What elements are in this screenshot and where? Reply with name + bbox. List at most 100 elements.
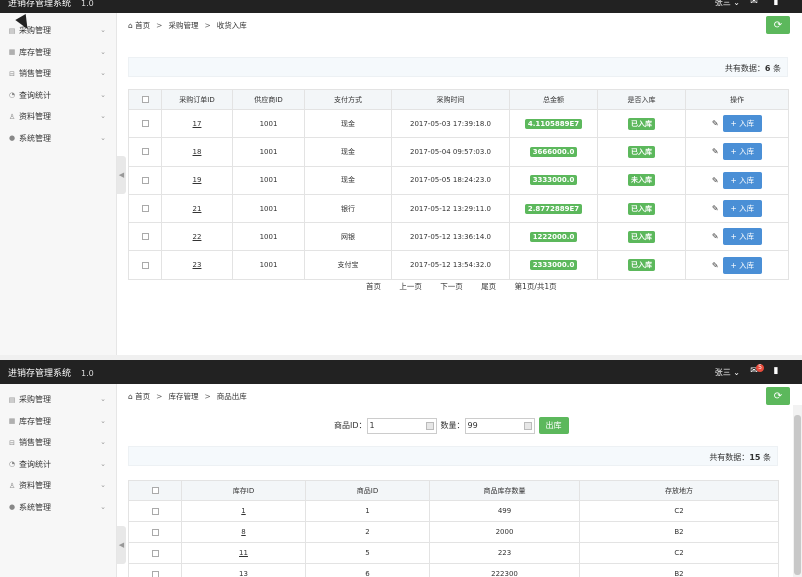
page-prev[interactable]: 上一页 (399, 282, 422, 291)
order-id-link[interactable]: 17 (161, 108, 233, 139)
order-id-link[interactable]: 21 (161, 193, 233, 224)
order-id-link[interactable]: 19 (161, 165, 233, 195)
app-brand[interactable]: 进销存管理系统 1.0 (8, 0, 94, 9)
row-checkbox[interactable] (128, 108, 162, 139)
main-content: ⌂ 首页 > 库存管理 > 商品出库 ⟳ 商品ID： 1 数量： 99 出库 共有数据：… (126, 384, 792, 577)
stock-in-button[interactable]: + 入库 (722, 200, 763, 218)
stock-status: 已入库 (597, 250, 686, 280)
sidebar-item-data[interactable]: ♙ 资料管理 ⌄ (0, 106, 116, 128)
refresh-button[interactable]: ⟳ (766, 16, 790, 34)
pencil-icon[interactable]: ✎ (712, 232, 719, 241)
total-amount: 3333000.0 (509, 165, 598, 195)
payment-method: 银行 (304, 193, 392, 224)
payment-method: 支付宝 (304, 250, 392, 280)
scrollbar-thumb[interactable] (794, 415, 801, 575)
breadcrumb-home[interactable]: 首页 (135, 21, 150, 30)
column-header[interactable]: 商品ID (305, 480, 430, 501)
sidebar-item-query[interactable]: ◔ 查询统计 ⌄ (0, 454, 116, 476)
select-all-checkbox[interactable] (128, 89, 162, 110)
row-checkbox[interactable] (128, 542, 182, 564)
mail-icon[interactable]: ✉ 5 (748, 364, 764, 376)
column-header[interactable]: 存放地方 (579, 480, 779, 501)
column-header[interactable]: 支付方式 (304, 89, 392, 110)
breadcrumb-section[interactable]: 库存管理 (168, 392, 198, 401)
sidebar-collapse-toggle[interactable]: ◀ (117, 156, 126, 194)
supplier-id: 1001 (232, 165, 305, 195)
breadcrumb-section[interactable]: 采购管理 (168, 21, 198, 30)
column-header[interactable]: 商品库存数量 (429, 480, 580, 501)
goods-id: 1 (305, 500, 430, 522)
app-brand[interactable]: 进销存管理系统 1.0 (8, 366, 94, 379)
row-checkbox[interactable] (128, 521, 182, 543)
stock-in-button[interactable]: + 入库 (722, 115, 763, 133)
page-first[interactable]: 首页 (366, 282, 381, 291)
select-all-checkbox[interactable] (128, 480, 182, 501)
payment-method: 现金 (304, 108, 392, 139)
breadcrumb-home[interactable]: 首页 (135, 392, 150, 401)
sidebar-item-data[interactable]: ♙ 资料管理 ⌄ (0, 475, 116, 497)
sidebar-item-inventory[interactable]: ▦ 库存管理 ⌄ (0, 42, 116, 64)
column-header[interactable]: 是否入库 (597, 89, 686, 110)
sidebar-item-label: 库存管理 (19, 47, 51, 57)
row-checkbox[interactable] (128, 137, 162, 167)
home-icon: ⌂ (128, 392, 133, 401)
outbound-button[interactable]: 出库 (538, 417, 569, 434)
column-header[interactable]: 库存ID (181, 480, 306, 501)
sidebar-item-system[interactable]: ● 系统管理 ⌄ (0, 128, 116, 150)
order-id-link[interactable]: 18 (161, 137, 233, 167)
sidebar-item-inventory[interactable]: ▦ 库存管理 ⌄ (0, 411, 116, 433)
row-actions: ✎ + 入库 (685, 108, 789, 139)
column-header[interactable]: 采购订单ID (161, 89, 233, 110)
row-checkbox[interactable] (128, 250, 162, 280)
chevron-down-icon: ⌄ (100, 438, 106, 446)
purchase-time: 2017-05-12 13:54:32.0 (391, 250, 510, 280)
stock-id-link[interactable]: 1 (181, 500, 306, 522)
table-row: 19 1001 现金 2017-05-05 18:24:23.0 3333000.0 未入… (128, 165, 789, 195)
stock-id-link[interactable]: 13 (181, 563, 306, 577)
row-checkbox[interactable] (128, 500, 182, 522)
refresh-button[interactable]: ⟳ (766, 387, 790, 405)
payment-method: 网银 (304, 222, 392, 252)
order-id-link[interactable]: 22 (161, 222, 233, 252)
user-icon: ♙ (8, 481, 16, 490)
sidebar-item-query[interactable]: ◔ 查询统计 ⌄ (0, 85, 116, 107)
vertical-scrollbar[interactable] (793, 405, 802, 577)
page-next[interactable]: 下一页 (440, 282, 463, 291)
stock-in-button[interactable]: + 入库 (722, 256, 763, 274)
top-navbar: 进销存管理系统 1.0 张三 ⌄ ✉ ▮ (0, 0, 802, 13)
sidebar-collapse-toggle[interactable]: ◀ (117, 526, 126, 564)
page-last[interactable]: 尾页 (481, 282, 496, 291)
sidebar-item-sales[interactable]: ⊟ 销售管理 ⌄ (0, 63, 116, 85)
stock-in-button[interactable]: + 入库 (722, 171, 763, 189)
stock-in-button[interactable]: + 入库 (722, 228, 763, 246)
mail-icon[interactable]: ✉ (748, 0, 760, 7)
shirt-icon[interactable]: ▮ (770, 0, 782, 7)
row-checkbox[interactable] (128, 193, 162, 224)
sidebar-item-system[interactable]: ● 系统管理 ⌄ (0, 497, 116, 519)
user-menu[interactable]: 张三 ⌄ (715, 0, 740, 8)
goods-id-input[interactable]: 1 (366, 417, 437, 434)
column-header[interactable]: 供应商ID (232, 89, 305, 110)
pencil-icon[interactable]: ✎ (712, 176, 719, 185)
stock-status: 已入库 (597, 137, 686, 167)
stock-id-link[interactable]: 8 (181, 521, 306, 543)
sidebar: ▤ 采购管理 ⌄ ▦ 库存管理 ⌄ ⊟ 销售管理 ⌄ ◔ 查询统计 ⌄ ♙ 资料管理 ⌄ ● 系统管理… (0, 384, 117, 577)
row-checkbox[interactable] (128, 165, 162, 195)
shirt-icon[interactable]: ▮ (770, 366, 782, 376)
pencil-icon[interactable]: ✎ (712, 261, 719, 270)
column-header[interactable]: 总金额 (509, 89, 598, 110)
row-checkbox[interactable] (128, 222, 162, 252)
column-header[interactable]: 采购时间 (391, 89, 510, 110)
data-count-bar: 共有数据：15 条 (128, 446, 778, 466)
user-menu[interactable]: 张三 ⌄ (715, 367, 740, 378)
pencil-icon[interactable]: ✎ (712, 147, 719, 156)
stock-id-link[interactable]: 11 (181, 542, 306, 564)
row-checkbox[interactable] (128, 563, 182, 577)
sidebar-item-sales[interactable]: ⊟ 销售管理 ⌄ (0, 432, 116, 454)
qty-input[interactable]: 99 (464, 417, 535, 434)
order-id-link[interactable]: 23 (161, 250, 233, 280)
pencil-icon[interactable]: ✎ (712, 119, 719, 128)
sidebar-item-purchase[interactable]: ▤ 采购管理 ⌄ (0, 389, 116, 411)
pencil-icon[interactable]: ✎ (712, 204, 719, 213)
stock-in-button[interactable]: + 入库 (722, 143, 763, 161)
